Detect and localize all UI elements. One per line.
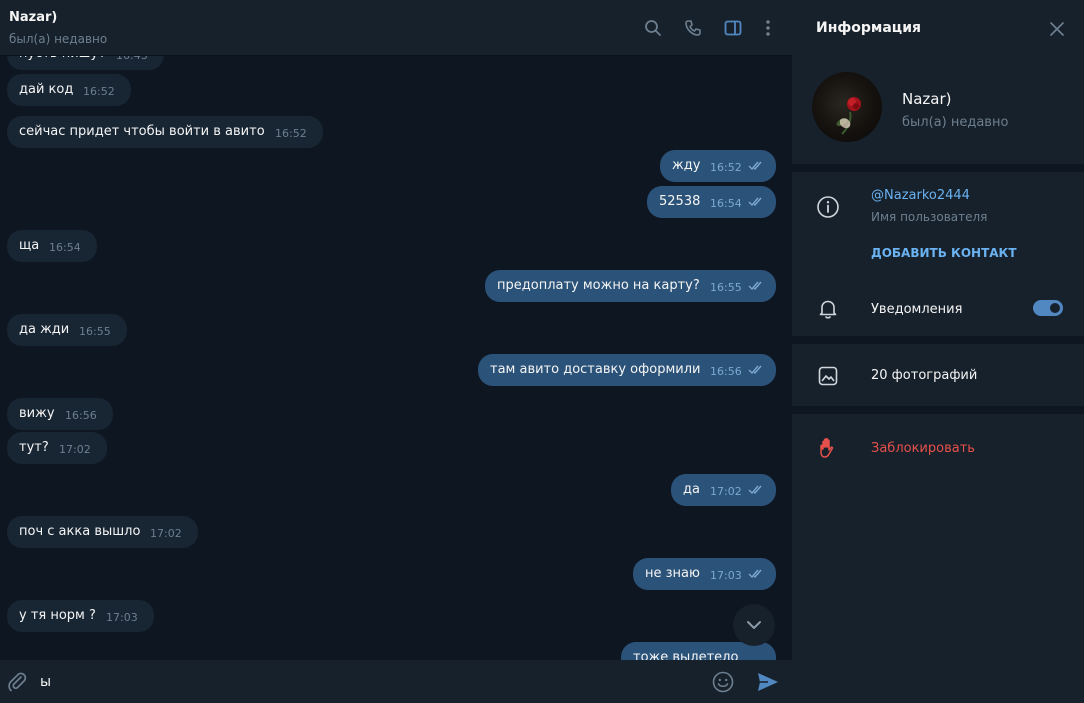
message-text: поч с акка вышло <box>19 524 141 539</box>
username-label: Имя пользователя <box>871 210 988 224</box>
bell-icon <box>816 297 840 321</box>
info-title: Информация <box>816 20 921 36</box>
message-text: пусть пишут <box>19 56 106 61</box>
message-time: 16:54 <box>49 241 81 254</box>
username-link[interactable]: @Nazarko2444 <box>871 188 970 203</box>
photo-icon <box>816 364 840 388</box>
outgoing-message[interactable]: жду 16:52 <box>660 150 776 182</box>
info-icon <box>816 195 840 219</box>
incoming-message[interactable]: вижу 16:56 <box>7 398 113 430</box>
message-text: 52538 <box>659 194 701 209</box>
outgoing-message[interactable]: там авито доставку оформили 16:56 <box>478 354 776 386</box>
read-check-icon <box>748 161 762 171</box>
incoming-message[interactable]: ща 16:54 <box>7 230 97 262</box>
hand-icon <box>816 436 840 460</box>
message-text: ща <box>19 238 40 253</box>
telegram-window: Nazar) был(а) недавно пусть пишут 16:43 да… <box>0 0 1084 703</box>
smile-icon[interactable] <box>712 671 734 693</box>
peer-status: был(а) недавно <box>9 32 108 46</box>
incoming-message[interactable]: дай код 16:52 <box>7 74 131 106</box>
incoming-message[interactable]: у тя норм ? 17:03 <box>7 600 154 632</box>
message-time: 17:02 <box>59 443 91 456</box>
incoming-message[interactable]: тут? 17:02 <box>7 432 107 464</box>
chat-panel: Nazar) был(а) недавно пусть пишут 16:43 да… <box>0 0 792 703</box>
phone-icon[interactable] <box>683 18 703 38</box>
message-time: 16:43 <box>116 56 148 72</box>
info-name: Nazar) <box>902 90 952 108</box>
message-time: 16:55 <box>710 281 742 294</box>
chat-header: Nazar) был(а) недавно <box>0 0 792 56</box>
toggle-knob <box>1048 301 1062 315</box>
close-icon[interactable] <box>1048 20 1066 38</box>
message-text: жду <box>672 158 701 173</box>
notifications-toggle[interactable] <box>1033 300 1063 316</box>
incoming-message[interactable]: пусть пишут 16:43 <box>7 56 164 70</box>
outgoing-message[interactable]: предоплату можно на карту? 16:55 <box>485 270 776 302</box>
peer-name[interactable]: Nazar) <box>9 10 57 25</box>
message-text: предоплату можно на карту? <box>497 278 700 293</box>
incoming-message[interactable]: поч с акка вышло 17:02 <box>7 516 198 548</box>
section-divider <box>792 336 1084 344</box>
message-text: да <box>683 482 700 497</box>
incoming-message[interactable]: да жди 16:55 <box>7 314 127 346</box>
incoming-message[interactable]: сейчас придет чтобы войти в авито 16:52 <box>7 116 323 148</box>
message-text: не знаю <box>645 566 700 581</box>
message-time: 17:02 <box>150 527 182 540</box>
message-text: вижу <box>19 406 55 421</box>
add-contact-button[interactable]: ДОБАВИТЬ КОНТАКТ <box>871 246 1017 260</box>
avatar[interactable] <box>812 72 882 142</box>
message-text: сейчас придет чтобы войти в авито <box>19 124 265 139</box>
message-time: 16:55 <box>79 325 111 338</box>
composer <box>0 660 792 703</box>
scroll-down-button[interactable] <box>733 604 775 646</box>
sidebar-toggle-icon[interactable] <box>723 18 743 38</box>
message-time: 16:56 <box>710 365 742 378</box>
outgoing-message[interactable]: да 17:02 <box>671 474 776 506</box>
more-vertical-icon[interactable] <box>758 18 778 38</box>
message-time: 16:54 <box>710 197 742 210</box>
section-divider <box>792 406 1084 414</box>
message-time: 16:56 <box>65 409 97 422</box>
read-check-icon <box>748 365 762 375</box>
info-panel: Информация Nazar) был(а) недавно @Nazark… <box>792 0 1084 703</box>
paperclip-icon[interactable] <box>6 671 28 693</box>
message-text: дай код <box>19 82 74 97</box>
message-time: 16:52 <box>275 127 307 140</box>
message-text: тут? <box>19 440 49 455</box>
notifications-label: Уведомления <box>871 302 963 317</box>
info-status: был(а) недавно <box>902 115 1009 130</box>
message-time: 17:03 <box>106 611 138 624</box>
message-time: 16:52 <box>710 161 742 174</box>
message-text: тоже вылетело <box>633 650 739 660</box>
read-check-icon <box>748 281 762 291</box>
section-divider <box>792 164 1084 172</box>
read-check-icon <box>748 569 762 579</box>
chevron-down-icon <box>747 621 761 629</box>
read-check-icon <box>748 485 762 495</box>
message-list[interactable]: пусть пишут16:43дай код16:52сейчас приде… <box>0 56 792 660</box>
message-time: 16:52 <box>83 85 115 98</box>
search-icon[interactable] <box>643 18 663 38</box>
message-time: 17:02 <box>710 485 742 498</box>
outgoing-message[interactable]: 52538 16:54 <box>647 186 776 218</box>
message-text: там авито доставку оформили <box>490 362 701 377</box>
message-input[interactable] <box>40 669 690 695</box>
message-time: 17:03 <box>710 569 742 582</box>
block-button[interactable]: Заблокировать <box>871 441 975 456</box>
photos-link[interactable]: 20 фотографий <box>871 368 977 383</box>
message-text: да жди <box>19 322 70 337</box>
message-text: у тя норм ? <box>19 608 96 623</box>
read-check-icon <box>748 197 762 207</box>
send-icon[interactable] <box>756 671 780 693</box>
outgoing-message[interactable]: не знаю 17:03 <box>633 558 776 590</box>
